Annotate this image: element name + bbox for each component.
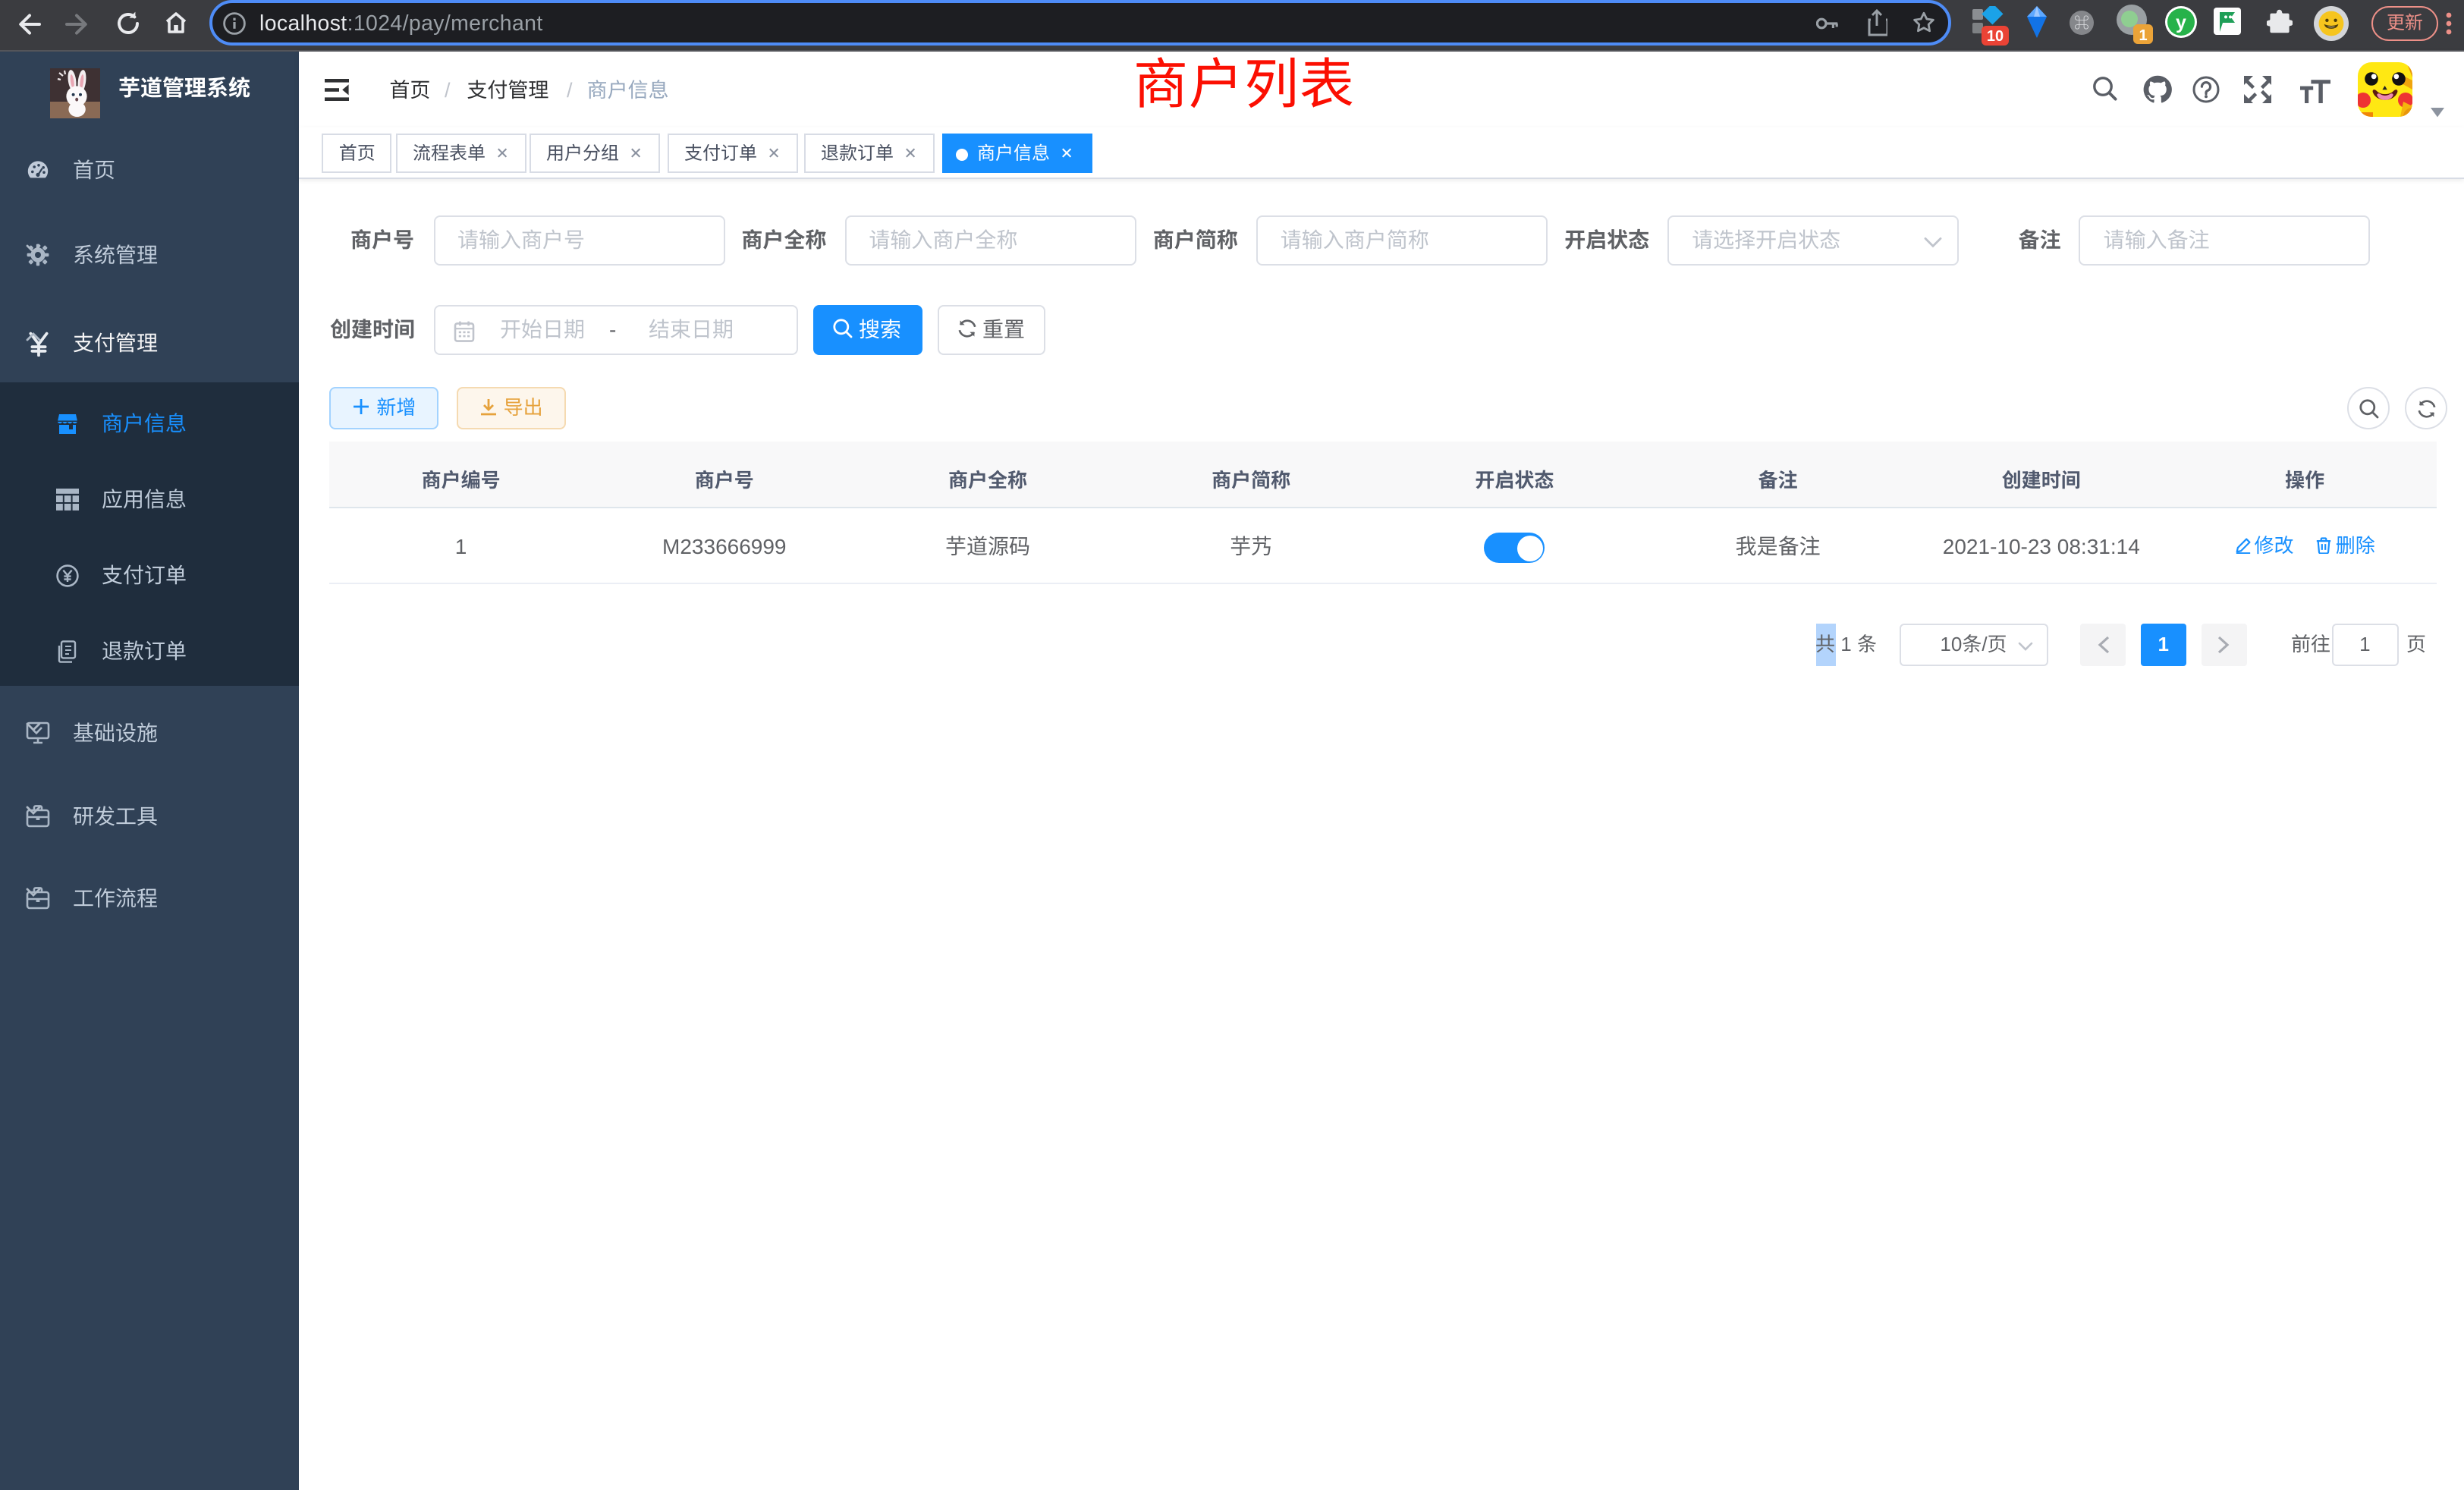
svg-text:10: 10	[1987, 28, 2004, 45]
svg-text:y: y	[2176, 12, 2186, 33]
svg-text:1: 1	[2139, 27, 2147, 44]
svg-text:⌘: ⌘	[2074, 15, 2089, 32]
